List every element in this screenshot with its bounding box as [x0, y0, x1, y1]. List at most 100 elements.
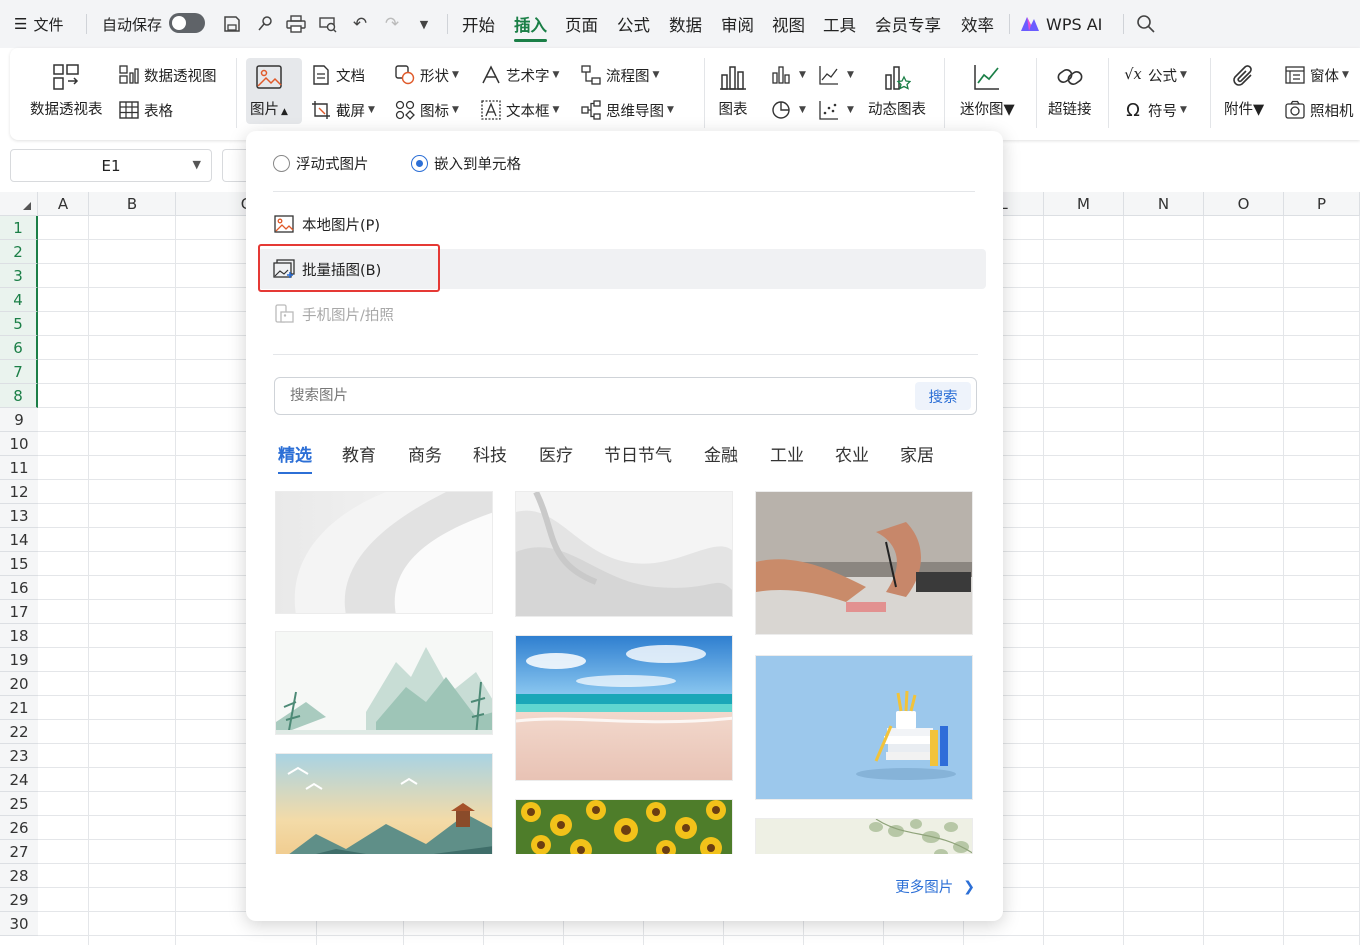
dynamic-chart-button[interactable]: 动态图表	[868, 62, 926, 119]
format-painter-icon[interactable]	[253, 12, 277, 36]
table-button[interactable]: 表格	[118, 99, 173, 121]
category-tab-medical[interactable]: 医疗	[539, 441, 573, 466]
flowchart-button[interactable]: 流程图 ▼	[580, 64, 659, 86]
row-header[interactable]: 7	[0, 360, 38, 384]
row-header[interactable]: 23	[0, 744, 38, 768]
column-header[interactable]: B	[89, 192, 176, 216]
phone-picture-item[interactable]: 手机图片/拍照	[258, 294, 986, 334]
pie-chart-button[interactable]: ▼	[770, 99, 806, 121]
more-pictures-link[interactable]: 更多图片 ❯	[895, 876, 975, 897]
tab-view[interactable]: 视图	[772, 0, 805, 48]
symbol-button[interactable]: Ω 符号 ▼	[1122, 99, 1187, 121]
row-header[interactable]: 19	[0, 648, 38, 672]
undo-icon[interactable]: ↶	[348, 12, 372, 36]
picture-thumbnail[interactable]	[515, 635, 733, 781]
column-header[interactable]: A	[38, 192, 89, 216]
category-tab-business[interactable]: 商务	[408, 441, 442, 466]
picture-thumbnail[interactable]	[515, 491, 733, 617]
picture-thumbnail[interactable]	[275, 631, 493, 735]
row-header[interactable]: 24	[0, 768, 38, 792]
row-header[interactable]: 4	[0, 288, 38, 312]
category-tab-education[interactable]: 教育	[342, 441, 376, 466]
wordart-button[interactable]: 艺术字 ▼	[480, 64, 559, 86]
picture-button[interactable]: 图片 ▲	[250, 62, 288, 119]
camera-button[interactable]: 照相机	[1284, 99, 1354, 121]
row-header[interactable]: 9	[0, 408, 38, 432]
row-header[interactable]: 5	[0, 312, 38, 336]
print-icon[interactable]	[284, 12, 308, 36]
row-header[interactable]: 15	[0, 552, 38, 576]
row-header[interactable]: 13	[0, 504, 38, 528]
pivot-chart-button[interactable]: 数据透视图	[118, 64, 217, 86]
sparkline-button[interactable]: 迷你图▼	[960, 62, 1015, 119]
column-header[interactable]: N	[1124, 192, 1204, 216]
tab-review[interactable]: 审阅	[721, 0, 754, 48]
redo-icon[interactable]: ↷	[380, 12, 404, 36]
shapes-button[interactable]: 形状 ▼	[394, 64, 459, 86]
category-tab-home[interactable]: 家居	[900, 441, 934, 466]
scatter-chart-button[interactable]: ▼	[818, 99, 854, 121]
picture-thumbnail[interactable]	[275, 491, 493, 614]
local-picture-item[interactable]: 本地图片(P)	[258, 204, 986, 244]
tab-data[interactable]: 数据	[669, 0, 702, 48]
row-header[interactable]: 10	[0, 432, 38, 456]
tab-tools[interactable]: 工具	[823, 0, 856, 48]
screenshot-button[interactable]: 截屏 ▼	[310, 99, 375, 121]
wps-ai-button[interactable]: WPS AI	[1020, 0, 1102, 48]
file-menu-button[interactable]: ☰ 文件	[14, 0, 63, 48]
row-header[interactable]: 21	[0, 696, 38, 720]
row-header[interactable]: 1	[0, 216, 38, 240]
picture-thumbnail[interactable]	[515, 799, 733, 854]
row-header[interactable]: 26	[0, 816, 38, 840]
tab-efficiency[interactable]: 效率	[961, 0, 994, 48]
name-box[interactable]: E1 ▼	[10, 149, 212, 182]
category-tab-festival[interactable]: 节日节气	[604, 441, 672, 466]
row-header[interactable]: 6	[0, 336, 38, 360]
row-header[interactable]: 12	[0, 480, 38, 504]
pivot-table-button[interactable]: 数据透视表	[30, 62, 103, 119]
icons-button[interactable]: 图标 ▼	[394, 99, 459, 121]
row-header[interactable]: 22	[0, 720, 38, 744]
category-tab-finance[interactable]: 金融	[704, 441, 738, 466]
form-button[interactable]: 窗体 ▼	[1284, 64, 1349, 86]
search-button[interactable]: 搜索	[915, 382, 971, 410]
category-tab-industry[interactable]: 工业	[770, 441, 804, 466]
picture-thumbnail[interactable]	[755, 655, 973, 800]
row-header[interactable]: 28	[0, 864, 38, 888]
row-header[interactable]: 17	[0, 600, 38, 624]
textbox-button[interactable]: 文本框 ▼	[480, 99, 559, 121]
row-header[interactable]: 14	[0, 528, 38, 552]
picture-thumbnail[interactable]	[755, 818, 973, 854]
select-all-corner[interactable]	[0, 192, 38, 216]
row-header[interactable]: 2	[0, 240, 38, 264]
chevron-down-icon[interactable]: ▼	[193, 158, 201, 171]
tab-formula[interactable]: 公式	[617, 0, 650, 48]
column-header[interactable]: P	[1284, 192, 1360, 216]
row-header[interactable]: 29	[0, 888, 38, 912]
radio-floating-picture[interactable]: 浮动式图片	[273, 153, 369, 174]
batch-insert-item[interactable]: 批量插图(B)	[258, 249, 986, 289]
picture-thumbnail[interactable]	[275, 753, 493, 854]
tab-page[interactable]: 页面	[565, 0, 598, 48]
picture-thumbnail[interactable]	[755, 491, 973, 635]
save-icon[interactable]	[220, 12, 244, 36]
radio-embed-in-cell[interactable]: 嵌入到单元格	[411, 153, 521, 174]
category-tab-featured[interactable]: 精选	[278, 441, 312, 474]
mindmap-button[interactable]: 思维导图 ▼	[580, 99, 674, 121]
chevron-down-icon[interactable]: ▼	[412, 12, 436, 36]
row-header[interactable]: 8	[0, 384, 38, 408]
category-tab-technology[interactable]: 科技	[473, 441, 507, 466]
column-header[interactable]: M	[1044, 192, 1124, 216]
row-header[interactable]: 27	[0, 840, 38, 864]
column-chart-button[interactable]: ▼	[770, 64, 806, 86]
search-icon[interactable]	[1134, 12, 1158, 36]
hyperlink-button[interactable]: 超链接	[1048, 62, 1092, 119]
tab-home[interactable]: 开始	[462, 0, 495, 48]
formula-button[interactable]: √x 公式 ▼	[1122, 64, 1187, 86]
line-chart-button[interactable]: ▼	[818, 64, 854, 86]
tab-member[interactable]: 会员专享	[875, 0, 941, 48]
document-button[interactable]: 文档	[310, 64, 365, 86]
row-header[interactable]: 16	[0, 576, 38, 600]
category-tab-agriculture[interactable]: 农业	[835, 441, 869, 466]
picture-search-input[interactable]	[275, 378, 915, 414]
